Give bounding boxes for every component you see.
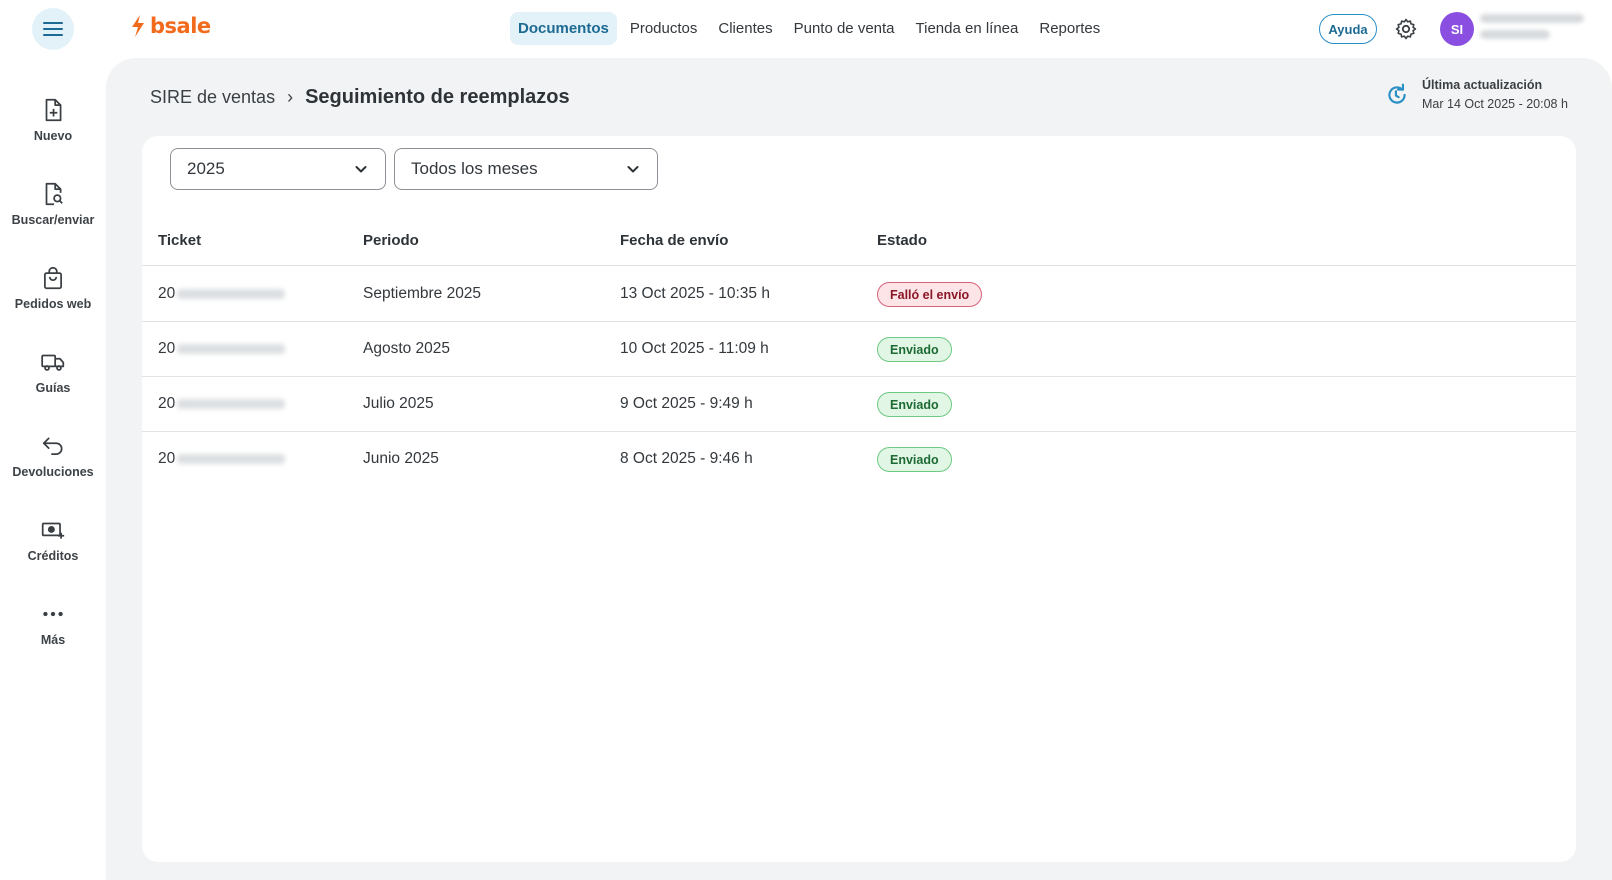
money-plus-icon: [41, 522, 65, 539]
top-bar: bsale Documentos Productos Clientes Punt…: [0, 0, 1612, 58]
main-nav: Documentos Productos Clientes Punto de v…: [510, 12, 1113, 45]
nav-item-productos[interactable]: Productos: [622, 12, 706, 45]
help-button[interactable]: Ayuda: [1319, 14, 1377, 44]
table-row[interactable]: 20 Junio 2025 8 Oct 2025 - 9:46 h Enviad…: [142, 432, 1576, 487]
hamburger-icon: [43, 22, 63, 36]
nav-item-reportes[interactable]: Reportes: [1031, 12, 1108, 45]
table-row[interactable]: 20 Agosto 2025 10 Oct 2025 - 11:09 h Env…: [142, 322, 1576, 377]
last-update-title: Última actualización: [1422, 78, 1543, 92]
status-badge: Falló el envío: [877, 282, 983, 307]
date-cell: 10 Oct 2025 - 11:09 h: [620, 340, 769, 357]
sidebar-item-buscar-enviar[interactable]: Buscar/enviar: [0, 162, 106, 246]
file-plus-icon: [45, 98, 62, 122]
sidebar: Nuevo Buscar/enviar Pedidos web Guías De…: [0, 78, 106, 666]
ticket-cell: 20: [158, 450, 286, 468]
ticket-redacted: [177, 398, 286, 409]
nav-item-punto-de-venta[interactable]: Punto de venta: [786, 12, 903, 45]
main-panel: SIRE de ventas › Seguimiento de reemplaz…: [106, 58, 1612, 880]
date-cell: 13 Oct 2025 - 10:35 h: [620, 285, 770, 302]
sidebar-item-label: Más: [40, 633, 66, 647]
ticket-prefix: 20: [158, 285, 176, 302]
status-badge: Enviado: [877, 447, 952, 472]
sidebar-item-pedidos-web[interactable]: Pedidos web: [0, 246, 106, 330]
sidebar-item-label: Nuevo: [33, 129, 73, 143]
nav-item-tienda-en-linea[interactable]: Tienda en línea: [908, 12, 1027, 45]
nav-item-documentos[interactable]: Documentos: [510, 12, 617, 45]
column-header-ticket: Ticket: [158, 232, 202, 249]
table-row[interactable]: 20 Septiembre 2025 13 Oct 2025 - 10:35 h…: [142, 267, 1576, 322]
column-header-period: Periodo: [363, 232, 419, 249]
breadcrumb: SIRE de ventas › Seguimiento de reemplaz…: [150, 86, 570, 109]
year-select[interactable]: 2025: [170, 148, 386, 190]
ticket-prefix: 20: [158, 340, 176, 357]
content-card: 2025 Todos los meses Ticket Periodo Fech…: [142, 136, 1576, 862]
month-select[interactable]: Todos los meses: [394, 148, 658, 190]
ticket-redacted: [177, 288, 286, 299]
sidebar-item-label: Créditos: [27, 549, 79, 563]
period-cell: Junio 2025: [363, 450, 439, 467]
ticket-prefix: 20: [158, 395, 176, 412]
period-cell: Agosto 2025: [363, 340, 451, 357]
ticket-cell: 20: [158, 340, 286, 358]
period-cell: Julio 2025: [363, 395, 434, 412]
avatar[interactable]: SI: [1440, 12, 1474, 46]
chevron-down-icon: [627, 166, 639, 173]
menu-button[interactable]: [32, 8, 74, 50]
sidebar-item-guias[interactable]: Guías: [0, 330, 106, 414]
more-dots-icon: [43, 611, 63, 617]
period-cell: Septiembre 2025: [363, 285, 482, 302]
table-header: Ticket Periodo Fecha de envío Estado: [142, 214, 1576, 266]
ticket-cell: 20: [158, 285, 286, 303]
sidebar-item-label: Guías: [35, 381, 71, 395]
sidebar-item-label: Pedidos web: [14, 297, 92, 311]
sidebar-item-nuevo[interactable]: Nuevo: [0, 78, 106, 162]
column-header-status: Estado: [877, 232, 928, 249]
nav-item-clientes[interactable]: Clientes: [710, 12, 780, 45]
gear-icon[interactable]: [1394, 17, 1418, 41]
table-row[interactable]: 20 Julio 2025 9 Oct 2025 - 9:49 h Enviad…: [142, 377, 1576, 432]
bolt-logo-icon: [132, 15, 144, 37]
return-arrow-icon: [42, 437, 63, 455]
ticket-cell: 20: [158, 395, 286, 413]
page-title: Seguimiento de reemplazos: [305, 86, 570, 108]
last-update-date: Mar 14 Oct 2025 - 20:08 h: [1422, 97, 1568, 111]
sidebar-item-creditos[interactable]: Créditos: [0, 498, 106, 582]
sidebar-item-mas[interactable]: Más: [0, 582, 106, 666]
year-select-value: 2025: [187, 159, 225, 178]
refresh-icon[interactable]: [1384, 82, 1410, 108]
date-cell: 8 Oct 2025 - 9:46 h: [620, 450, 753, 467]
last-update-info: Última actualización Mar 14 Oct 2025 - 2…: [1384, 78, 1568, 111]
ticket-redacted: [177, 343, 286, 354]
status-badge: Enviado: [877, 337, 952, 362]
breadcrumb-separator: ›: [287, 87, 294, 107]
user-info-redacted[interactable]: [1480, 14, 1590, 48]
column-header-date: Fecha de envío: [620, 232, 729, 249]
date-cell: 9 Oct 2025 - 9:49 h: [620, 395, 753, 412]
truck-icon: [41, 354, 65, 371]
chevron-down-icon: [355, 166, 367, 173]
brand-name: bsale: [150, 14, 211, 38]
sidebar-item-label: Devoluciones: [12, 465, 94, 479]
ticket-redacted: [177, 453, 286, 464]
sidebar-item-label: Buscar/enviar: [11, 213, 95, 227]
status-badge: Enviado: [877, 392, 952, 417]
shopping-bag-icon: [44, 266, 62, 290]
file-search-icon: [45, 182, 63, 206]
sidebar-item-devoluciones[interactable]: Devoluciones: [0, 414, 106, 498]
brand-logo[interactable]: bsale: [130, 14, 211, 38]
ticket-prefix: 20: [158, 450, 176, 467]
month-select-value: Todos los meses: [411, 159, 538, 178]
breadcrumb-parent-link[interactable]: SIRE de ventas: [150, 87, 275, 108]
